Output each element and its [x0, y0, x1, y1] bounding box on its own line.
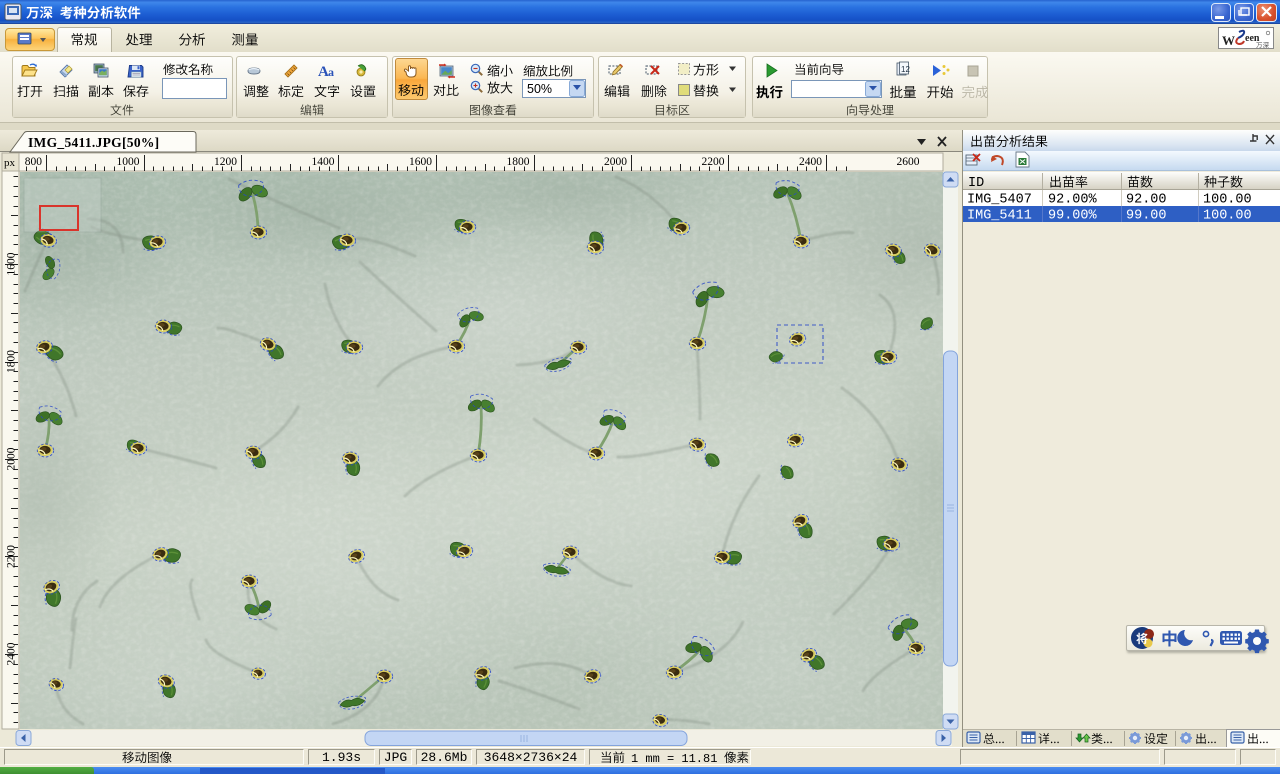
- svg-text:ID: ID: [968, 176, 984, 191]
- svg-text:IMG_5407: IMG_5407: [967, 193, 1032, 208]
- svg-text:1 mm = 11.81: 1 mm = 11.81: [631, 752, 717, 766]
- svg-text:12: 12: [901, 65, 910, 74]
- svg-text:IMG_5411.JPG[50%]: IMG_5411.JPG[50%]: [28, 135, 159, 150]
- svg-text:50%: 50%: [527, 82, 552, 96]
- svg-text:2000: 2000: [6, 447, 18, 470]
- svg-text:100.00: 100.00: [1203, 209, 1252, 224]
- svg-text:a: a: [328, 65, 334, 79]
- svg-text:100.00: 100.00: [1203, 193, 1252, 208]
- svg-text:2000: 2000: [604, 156, 627, 168]
- svg-text:1800: 1800: [507, 156, 530, 168]
- svg-text:1400: 1400: [312, 156, 335, 168]
- svg-text:2400: 2400: [6, 642, 18, 665]
- svg-text:W: W: [1222, 33, 1235, 48]
- svg-text:1000: 1000: [117, 156, 140, 168]
- svg-text:een: een: [1245, 33, 1260, 44]
- svg-text:px: px: [4, 157, 16, 169]
- svg-text:2400: 2400: [799, 156, 822, 168]
- svg-text:800: 800: [25, 156, 43, 168]
- svg-text:99.00: 99.00: [1126, 209, 1167, 224]
- svg-text:2200: 2200: [702, 156, 725, 168]
- svg-text:1600: 1600: [409, 156, 432, 168]
- svg-text:2600: 2600: [897, 156, 920, 168]
- svg-text:IMG_5411: IMG_5411: [967, 209, 1032, 224]
- svg-text:99.00%: 99.00%: [1048, 209, 1098, 224]
- svg-text:1800: 1800: [6, 350, 18, 373]
- svg-text:1600: 1600: [6, 252, 18, 275]
- svg-text:2200: 2200: [6, 545, 18, 568]
- svg-text:92.00: 92.00: [1126, 193, 1167, 208]
- svg-text:1200: 1200: [214, 156, 237, 168]
- svg-text:92.00%: 92.00%: [1048, 193, 1098, 208]
